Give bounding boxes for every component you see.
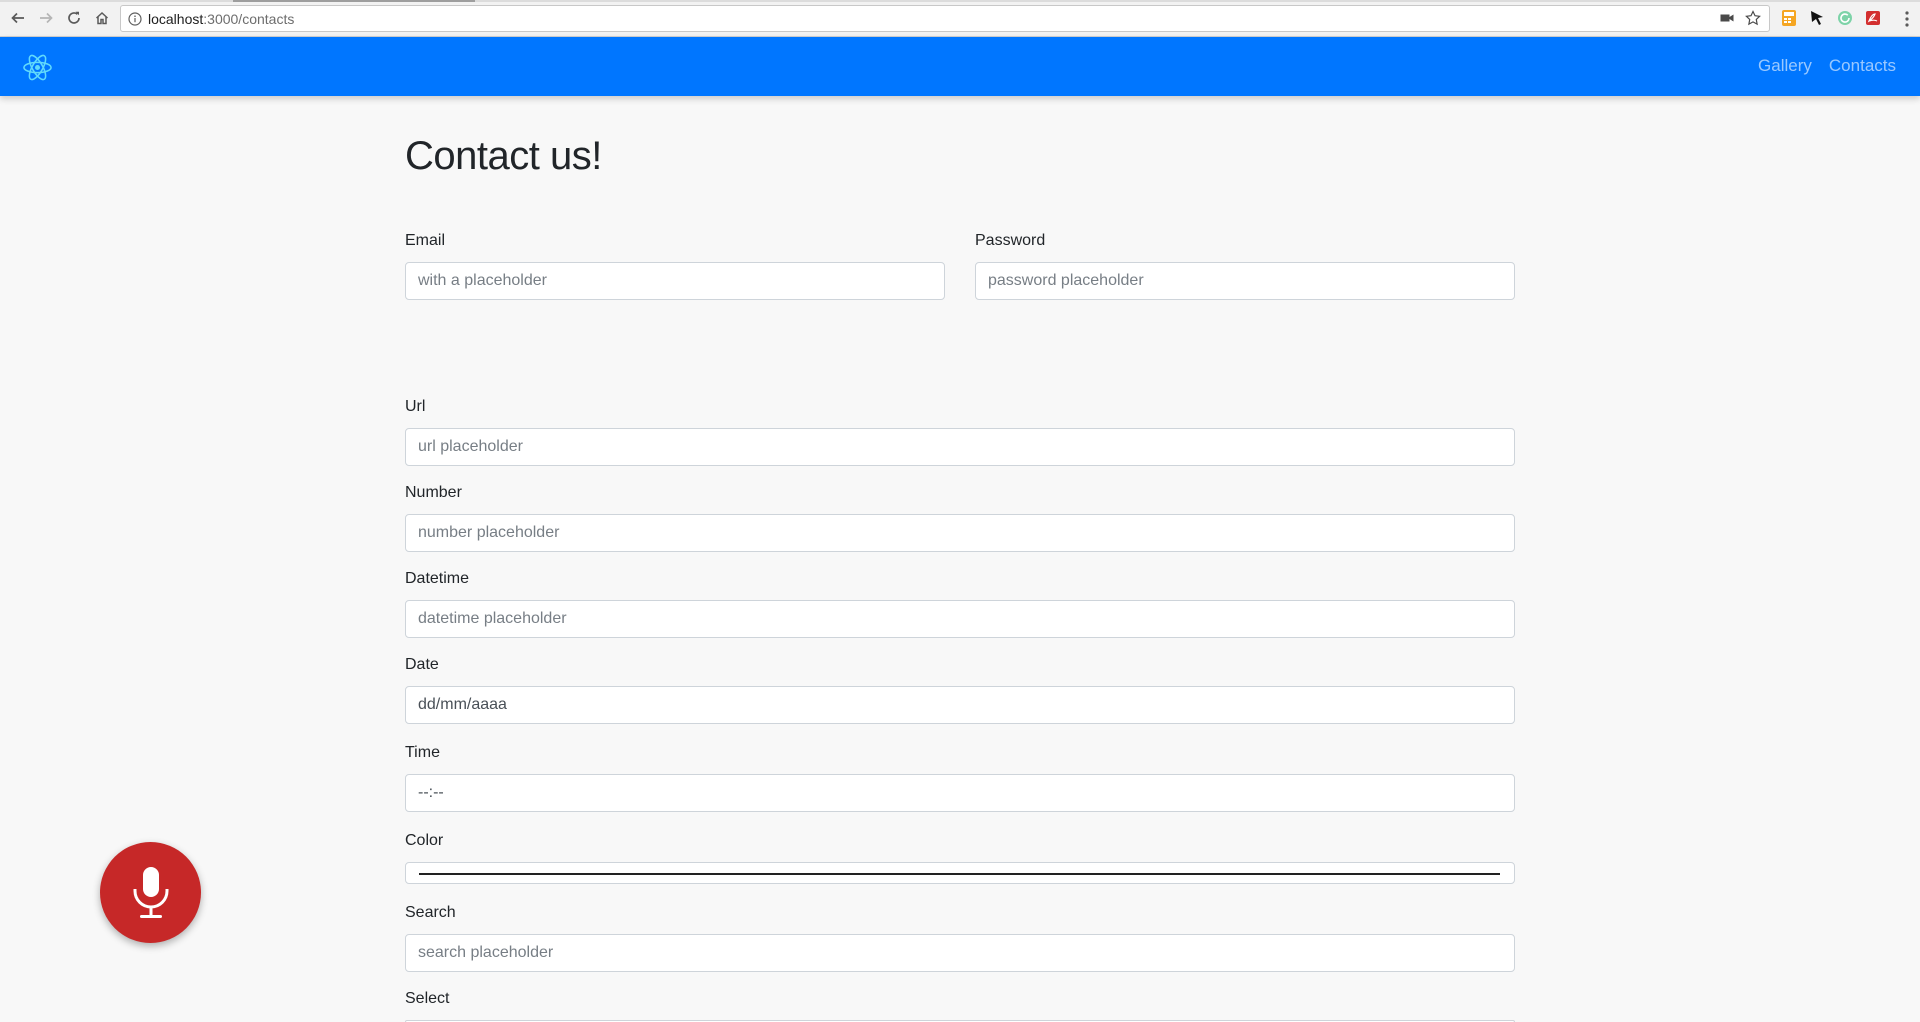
browser-toolbar: localhost:3000/contacts [0, 0, 1920, 37]
react-atom-icon[interactable] [22, 52, 53, 83]
tab-strip [0, 0, 1920, 2]
extension-calculator-icon[interactable] [1780, 9, 1798, 27]
microphone-icon [133, 866, 168, 918]
star-icon[interactable] [1745, 10, 1761, 26]
browser-menu-icon[interactable] [1904, 10, 1910, 28]
url-path: :3000/contacts [203, 10, 295, 27]
search-input[interactable] [405, 934, 1515, 972]
top-navbar: Gallery Contacts [0, 37, 1920, 96]
number-label: Number [405, 484, 462, 501]
search-label: Search [405, 904, 456, 921]
date-field[interactable] [405, 686, 1515, 724]
camera-icon[interactable] [1719, 10, 1735, 26]
voice-input-button[interactable] [100, 842, 201, 943]
datetime-label: Datetime [405, 570, 470, 587]
reload-icon[interactable] [63, 7, 85, 29]
url-field[interactable] [405, 428, 1515, 466]
forward-arrow-icon[interactable] [35, 7, 57, 29]
time-label: Time [405, 744, 440, 761]
color-label: Color [405, 832, 444, 849]
email-field[interactable] [405, 262, 945, 300]
back-arrow-icon[interactable] [7, 7, 29, 29]
datetime-field[interactable] [405, 600, 1515, 638]
url-host: localhost [148, 10, 204, 27]
color-swatch [419, 873, 1500, 875]
extension-cursor-icon[interactable] [1808, 9, 1826, 27]
info-icon[interactable] [128, 11, 142, 26]
nav-link-contacts[interactable]: Contacts [1829, 56, 1896, 76]
extension-refresh-icon[interactable] [1836, 9, 1854, 27]
color-picker[interactable] [405, 862, 1515, 884]
password-label: Password [975, 232, 1046, 249]
time-field[interactable] [405, 774, 1515, 812]
page-title: Contact us! [405, 134, 602, 178]
home-icon[interactable] [91, 7, 113, 29]
url-label: Url [405, 398, 426, 415]
number-field[interactable] [405, 514, 1515, 552]
select-label: Select [405, 990, 450, 1007]
password-field[interactable] [975, 262, 1515, 300]
address-bar[interactable]: localhost:3000/contacts [120, 5, 1770, 32]
address-url[interactable]: localhost:3000/contacts [148, 11, 294, 27]
nav-link-gallery[interactable]: Gallery [1758, 56, 1812, 76]
extension-pdf-icon[interactable] [1864, 9, 1882, 27]
date-label: Date [405, 656, 439, 673]
email-label: Email [405, 232, 446, 249]
